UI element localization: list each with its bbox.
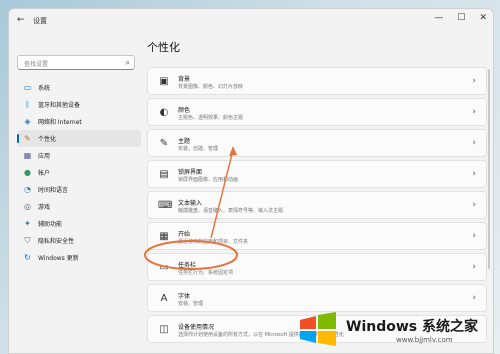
settings-card[interactable]: ⌨ 文本输入 触摸键盘、语音键入、表情符号等、输入法主题 › xyxy=(147,191,487,219)
chevron-right-icon: › xyxy=(472,200,476,210)
shield-icon: ⛉ xyxy=(24,236,31,245)
device-icon: ◫ xyxy=(159,324,169,335)
bluetooth-icon: ᛒ xyxy=(25,100,30,109)
sidebar-item[interactable]: ▭ 系统 xyxy=(17,79,141,96)
update-icon: ↻ xyxy=(24,253,31,262)
sidebar-nav: ▭ 系统 ᛒ 蓝牙和其他设备 ◈ 网络和 Internet ✎ 个性化 ▦ 应用 ● 帐户 ◔ 时间和语言… xyxy=(17,79,141,266)
sidebar-item-label: 个性化 xyxy=(38,136,57,143)
chevron-right-icon: › xyxy=(472,293,476,303)
settings-card[interactable]: ▤ 锁屏界面 锁屏界面图像、应用和动画 › xyxy=(147,160,487,188)
settings-card[interactable]: ▭ 任务栏 任务栏行为、系统固定项 › xyxy=(147,253,487,281)
sidebar-item[interactable]: ◈ 网络和 Internet xyxy=(17,113,141,130)
chevron-right-icon: › xyxy=(472,76,476,86)
sidebar-item[interactable]: ᛒ 蓝牙和其他设备 xyxy=(17,96,141,113)
settings-list: ▣ 背景 背景图像、颜色、幻灯片放映 › ◐ 颜色 主题色、透明效果、颜色主题 › ✎ 主题 安装、… xyxy=(147,67,487,346)
settings-card[interactable]: ▣ 背景 背景图像、颜色、幻灯片放映 › xyxy=(147,67,487,95)
keyboard-icon: ⌨ xyxy=(158,200,173,211)
card-subtitle: 安装、创建、管理 xyxy=(178,146,219,152)
sidebar-item-label: 蓝牙和其他设备 xyxy=(38,102,81,109)
accessibility-icon: ✦ xyxy=(24,219,31,228)
watermark-brand: Windows 系统之家 xyxy=(346,319,478,335)
windows-logo-icon xyxy=(300,312,336,346)
back-arrow-icon[interactable]: ← xyxy=(17,15,25,25)
chevron-right-icon: › xyxy=(472,138,476,148)
page-title: 个性化 xyxy=(147,41,180,54)
card-title: 主题 xyxy=(178,138,191,145)
gamepad-icon: ◎ xyxy=(24,202,31,211)
window-controls: — ☐ ✕ xyxy=(434,13,487,23)
sidebar-item-label: 游戏 xyxy=(38,204,51,211)
sidebar-item[interactable]: ◔ 时间和语言 xyxy=(17,181,141,198)
sidebar-item-label: 系统 xyxy=(38,85,51,92)
settings-card[interactable]: ✎ 主题 安装、创建、管理 › xyxy=(147,129,487,157)
sidebar-item[interactable]: ✎ 个性化 xyxy=(17,130,141,147)
window-title: 设置 xyxy=(33,17,47,25)
taskbar-icon: ▭ xyxy=(159,262,169,273)
title-bar: ← 设置 — ☐ ✕ xyxy=(9,9,493,33)
sidebar-item-label: Windows 更新 xyxy=(38,255,79,262)
watermark-url: www.bjjmlv.com xyxy=(396,336,453,344)
account-icon: ● xyxy=(24,168,31,177)
font-icon: A xyxy=(160,293,168,304)
settings-card[interactable]: ▦ 开始 最近使用的应用和项目、文件夹 › xyxy=(147,222,487,250)
sidebar-item-label: 时间和语言 xyxy=(38,187,69,194)
card-title: 锁屏界面 xyxy=(178,169,203,176)
settings-card[interactable]: ◐ 颜色 主题色、透明效果、颜色主题 › xyxy=(147,98,487,126)
sidebar-item-label: 辅助功能 xyxy=(38,221,63,228)
palette-icon: ◐ xyxy=(159,107,169,118)
lockscreen-icon: ▤ xyxy=(159,169,169,180)
wifi-icon: ◈ xyxy=(24,117,31,126)
card-title: 字体 xyxy=(178,293,191,300)
brush-icon: ✎ xyxy=(24,134,31,143)
chevron-right-icon: › xyxy=(472,262,476,272)
sidebar-item-label: 帐户 xyxy=(38,170,51,177)
sidebar-item[interactable]: ↻ Windows 更新 xyxy=(17,249,141,266)
chevron-right-icon: › xyxy=(472,107,476,117)
brush-icon: ✎ xyxy=(159,138,169,149)
sidebar-item-label: 应用 xyxy=(38,153,51,160)
chevron-right-icon: › xyxy=(472,231,476,241)
settings-window: ← 设置 — ☐ ✕ 查找设置 ⌕ ▭ 系统 ᛒ 蓝牙和其他设备 ◈ 网络和 Intern… xyxy=(8,8,494,354)
start-icon: ▦ xyxy=(159,231,169,242)
card-title: 颜色 xyxy=(178,107,191,114)
sidebar-item[interactable]: ● 帐户 xyxy=(17,164,141,181)
search-placeholder: 查找设置 xyxy=(24,61,49,68)
card-title: 开始 xyxy=(178,231,191,238)
card-subtitle: 安装、管理 xyxy=(178,301,204,307)
monitor-icon: ▭ xyxy=(23,83,32,92)
sidebar-item[interactable]: ✦ 辅助功能 xyxy=(17,215,141,232)
card-subtitle: 背景图像、颜色、幻灯片放映 xyxy=(178,84,244,90)
image-icon: ▣ xyxy=(159,76,169,87)
scrollbar[interactable] xyxy=(488,69,490,269)
sidebar-item-label: 网络和 Internet xyxy=(38,119,82,126)
card-subtitle: 触摸键盘、语音键入、表情符号等、输入法主题 xyxy=(178,208,284,214)
sidebar-item[interactable]: ◎ 游戏 xyxy=(17,198,141,215)
search-icon[interactable]: ⌕ xyxy=(126,58,130,68)
card-subtitle: 主题色、透明效果、颜色主题 xyxy=(178,115,244,121)
minimize-button[interactable]: — xyxy=(434,13,443,23)
card-title: 文本输入 xyxy=(178,200,203,207)
sidebar-item[interactable]: ⛉ 隐私和安全性 xyxy=(17,232,141,249)
chevron-right-icon: › xyxy=(472,169,476,179)
card-title: 任务栏 xyxy=(178,262,197,269)
close-button[interactable]: ✕ xyxy=(479,13,487,23)
settings-card[interactable]: A 字体 安装、管理 › xyxy=(147,284,487,312)
apps-icon: ▦ xyxy=(23,151,32,160)
maximize-button[interactable]: ☐ xyxy=(457,13,465,23)
globe-clock-icon: ◔ xyxy=(24,185,31,194)
card-subtitle: 最近使用的应用和项目、文件夹 xyxy=(178,239,249,245)
card-subtitle: 任务栏行为、系统固定项 xyxy=(178,270,234,276)
card-title: 设备使用情况 xyxy=(178,324,215,331)
card-title: 背景 xyxy=(178,76,191,83)
watermark: Windows 系统之家 www.bjjmlv.com xyxy=(296,310,496,350)
sidebar-item[interactable]: ▦ 应用 xyxy=(17,147,141,164)
sidebar-item-label: 隐私和安全性 xyxy=(38,238,75,245)
card-subtitle: 锁屏界面图像、应用和动画 xyxy=(178,177,239,183)
search-input[interactable]: 查找设置 ⌕ xyxy=(17,55,135,70)
